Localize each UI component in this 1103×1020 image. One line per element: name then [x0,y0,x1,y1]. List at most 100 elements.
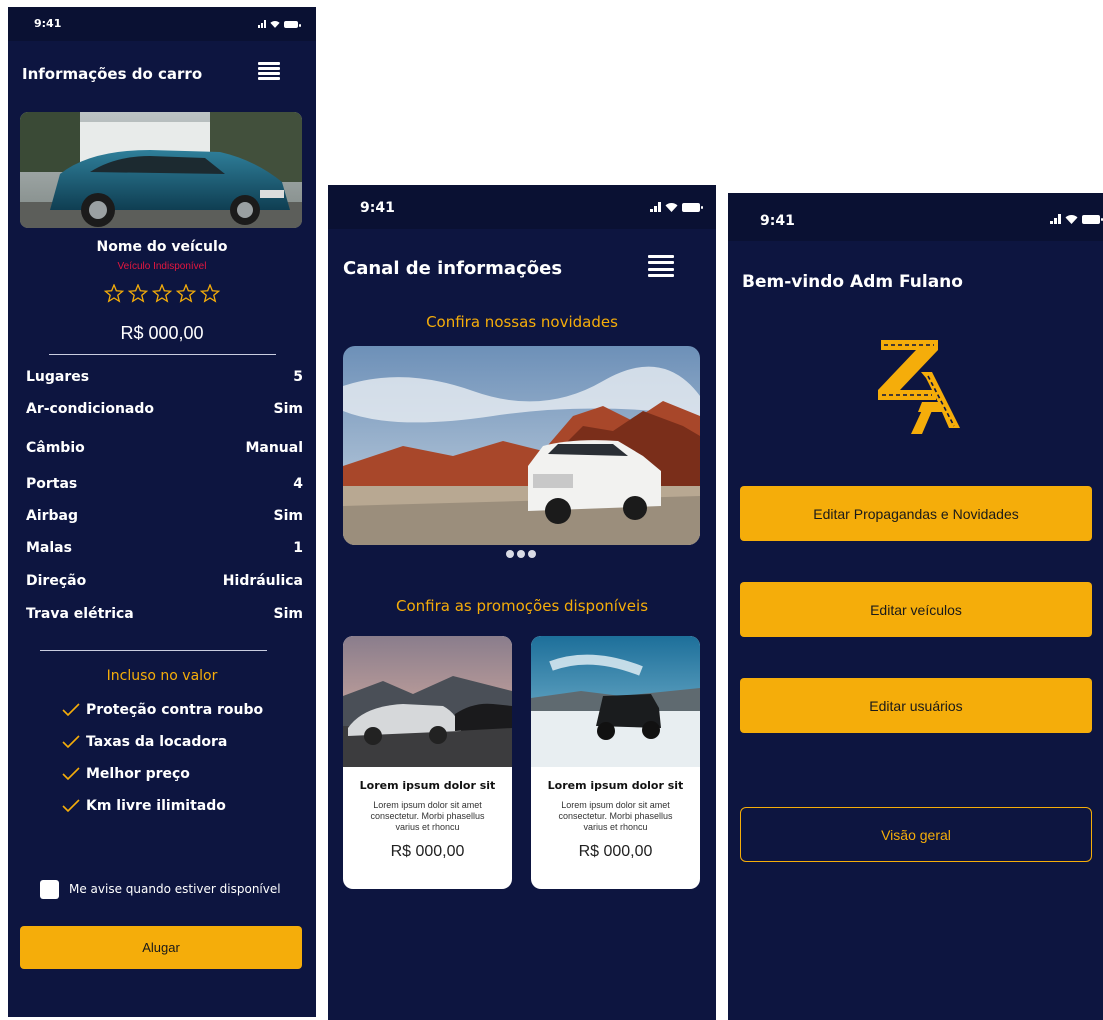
edit-ads-button[interactable]: Editar Propagandas e Novidades [740,486,1092,541]
promo-card-desc: Lorem ipsum dolor sit amet consectetur. … [558,800,673,832]
edit-ads-label: Editar Propagandas e Novidades [813,505,1019,522]
spec-row: Direção Hidráulica [26,573,303,597]
check-icon [62,767,80,781]
edit-vehicles-button[interactable]: Editar veículos [740,582,1092,637]
spec-row: Malas 1 [26,540,303,564]
included-item-label: Km livre ilimitado [86,798,226,814]
included-item-label: Taxas da locadora [86,734,228,750]
promo-card-image [531,636,700,767]
page-title: Canal de informações [343,258,563,279]
promo-card-price: R$ 000,00 [578,843,653,860]
star-outline-icon[interactable] [175,284,197,303]
battery-icon [1082,215,1103,224]
promo-card-price: R$ 000,00 [390,843,465,860]
za-logo [878,340,960,434]
promo-card-title: Lorem ipsum dolor sit [547,779,684,792]
included-title: Incluso no valor [106,668,218,684]
price: R$ 000,00 [120,323,204,343]
spec-row: Lugares 5 [26,369,303,393]
battery-icon [284,21,301,28]
spec-value: 1 [293,540,303,556]
rating-stars-svg [103,284,221,303]
hamburger-menu-icon[interactable] [258,62,280,80]
promo-card[interactable]: Lorem ipsum dolor sit Lorem ipsum dolor … [531,636,700,889]
edit-vehicles-label: Editar veículos [870,601,962,618]
check-icon [62,703,80,717]
carousel-dots[interactable] [506,550,536,558]
hamburger-menu-icon[interactable] [648,255,674,277]
availability-status: Veículo Indisponível [117,261,207,272]
included-item: Melhor preço [62,763,190,785]
promo-heading: Confira as promoções disponíveis [395,597,649,615]
spec-label: Câmbio [26,440,85,456]
promo-card-title: Lorem ipsum dolor sit [359,779,496,792]
status-icons [1050,214,1103,224]
included-item-label: Melhor preço [86,766,190,782]
page-title: Informações do carro [22,65,203,83]
spec-value: 4 [293,476,303,492]
star-outline-icon[interactable] [199,284,221,303]
check-icon [62,735,80,749]
news-heading: Confira nossas novidades [426,313,618,331]
spec-row: Câmbio Manual [26,440,303,464]
rent-button-label: Alugar [142,940,180,955]
spec-value: Hidráulica [222,573,303,589]
admin-screen: 9:41 Bem-vindo Adm Fulano Editar Propaga… [728,193,1103,1020]
status-time: 9:41 [34,17,62,30]
status-icons [258,20,301,28]
spec-label: Trava elétrica [26,606,134,622]
spec-label: Direção [26,573,87,589]
rent-button[interactable]: Alugar [20,926,302,969]
wifi-icon [665,203,678,212]
car-photo [20,112,302,228]
rating-stars [8,284,316,304]
included-item: Taxas da locadora [62,731,227,753]
promo-card[interactable]: Lorem ipsum dolor sit Lorem ipsum dolor … [343,636,512,889]
spec-value: Sim [273,401,303,417]
status-icons [650,202,703,212]
spec-label: Lugares [26,369,90,385]
divider [49,354,276,355]
spec-row: Trava elétrica Sim [26,606,303,630]
status-bar: 9:41 [328,185,716,229]
car-info-screen: 9:41 Informações do carro Nome do veícul… [8,7,316,1017]
wifi-icon [270,20,280,28]
promo-card-desc: Lorem ipsum dolor sit amet consectetur. … [370,800,485,832]
spec-row: Ar-condicionado Sim [26,401,303,425]
signal-icon [650,202,661,212]
edit-users-button[interactable]: Editar usuários [740,678,1092,733]
status-time: 9:41 [760,213,795,229]
spec-label: Malas [26,540,72,556]
wifi-icon [1065,215,1078,224]
spec-row: Portas 4 [26,476,303,500]
overview-label: Visão geral [881,826,951,843]
overview-button[interactable]: Visão geral [740,807,1092,862]
spec-value: Sim [273,508,303,524]
vehicle-name: Nome do veículo [96,239,228,255]
signal-icon [258,20,266,28]
status-time: 9:41 [360,200,395,216]
spec-label: Portas [26,476,78,492]
spec-value: 5 [293,369,303,385]
included-item: Proteção contra roubo [62,699,263,721]
status-bar: 9:41 [8,7,316,41]
notify-label: Me avise quando estiver disponível [69,882,281,896]
page-title: Bem-vindo Adm Fulano [742,272,963,292]
check-icon [62,799,80,813]
news-banner-image[interactable] [343,346,700,545]
promo-card-image [343,636,512,767]
star-outline-icon[interactable] [127,284,149,303]
spec-value: Sim [273,606,303,622]
divider [40,650,267,651]
star-outline-icon[interactable] [151,284,173,303]
star-outline-icon[interactable] [103,284,125,303]
spec-label: Ar-condicionado [26,401,155,417]
edit-users-label: Editar usuários [869,697,963,714]
info-channel-screen: 9:41 Canal de informações Confira nossas… [328,185,716,1020]
battery-icon [682,203,703,212]
notify-checkbox[interactable] [40,880,59,899]
spec-value: Manual [245,440,303,456]
spec-row: Airbag Sim [26,508,303,532]
included-item-label: Proteção contra roubo [86,702,264,718]
spec-label: Airbag [26,508,79,524]
